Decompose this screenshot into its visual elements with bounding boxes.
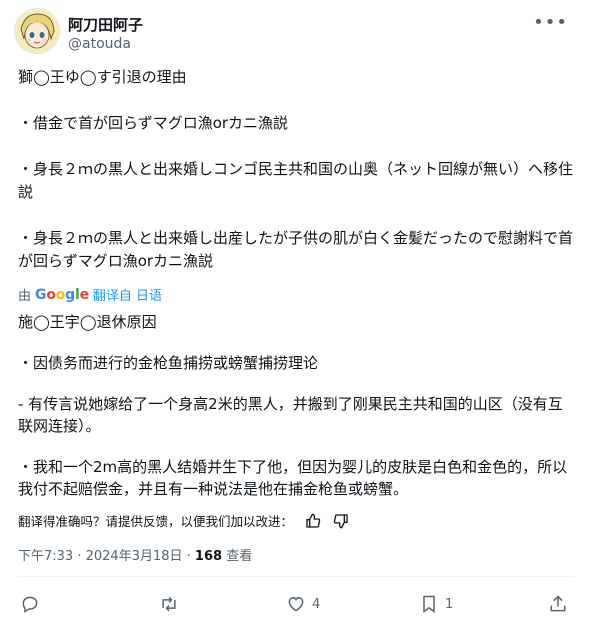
views-label: 查看 [222,549,253,564]
like-count: 4 [312,596,321,612]
tweet-date[interactable]: 2024年3月18日 [86,549,183,564]
avatar[interactable] [14,8,60,54]
translated-from-link[interactable]: 翻译自 日语 [93,285,162,304]
share-icon [550,595,566,612]
translated-line: - 有传言说她嫁给了一个身高2米的黑人，并搬到了刚果民主共和国的山区（没有互联网… [18,395,563,435]
translated-line: 施◯王宇◯退休原因 [18,313,157,331]
reply-icon [22,596,38,613]
retweet-button[interactable] [159,594,185,614]
bookmark-count: 1 [445,596,454,612]
bookmark-button[interactable]: 1 [419,594,453,614]
user-handle[interactable]: @atouda [68,36,131,52]
translation-attribution: 由 Google 翻译自 日语 [18,285,162,305]
thumbs-up-icon[interactable] [305,513,321,529]
view-count: 168 [194,549,223,564]
original-line: ・借金で首が回らずマグロ漁orカニ漁説 [18,114,289,132]
tweet-translated-text: 施◯王宇◯退休原因 ・因债务而进行的金枪鱼捕捞或螃蟹捕捞理论 - 有传言说她嫁给… [18,311,574,500]
thumbs-down-icon[interactable] [333,513,349,529]
translation-prefix: 由 [18,289,32,304]
more-icon[interactable]: ••• [533,12,568,33]
tweet-header: 阿刀田阿子 @atouda ••• [14,8,574,56]
translation-feedback: 翻译得准确吗？请提供反馈，以便我们加以改进： [18,511,349,530]
heart-icon [288,596,304,612]
translated-line: ・我和一个2m高的黑人结婚并生下了他，但因为婴儿的皮肤是白色和金色的，所以我付不… [18,458,568,498]
anime-avatar-icon [15,9,59,53]
google-logo: Google [35,286,89,303]
original-line: ・身長２ｍの黒人と出来婚し出産したが子供の肌が白く金髪だったので慰謝料で首が回ら… [18,229,574,270]
retweet-icon [162,596,176,612]
original-line: 獅◯王ゆ◯す引退の理由 [18,68,187,86]
reply-button[interactable] [20,594,46,614]
action-bar: 4 1 [18,594,574,618]
display-name[interactable]: 阿刀田阿子 [68,14,143,35]
like-button[interactable]: 4 [286,594,320,614]
tweet-time[interactable]: 下午7:33 [18,549,73,564]
tweet-meta: 下午7:33 · 2024年3月18日 · 168 查看 [18,549,253,564]
tweet-original-text: 獅◯王ゆ◯す引退の理由 ・借金で首が回らずマグロ漁orカニ漁説 ・身長２ｍの黒人… [18,66,574,273]
translated-line: ・因债务而进行的金枪鱼捕捞或螃蟹捕捞理论 [18,354,319,372]
share-button[interactable] [548,594,568,614]
feedback-text: 翻译得准确吗？请提供反馈，以便我们加以改进： [18,514,294,529]
divider [18,576,574,577]
original-line: ・身長２ｍの黒人と出来婚しコンゴ民主共和国の山奥（ネット回線が無い）へ移住説 [18,160,574,201]
bookmark-icon [423,595,435,613]
